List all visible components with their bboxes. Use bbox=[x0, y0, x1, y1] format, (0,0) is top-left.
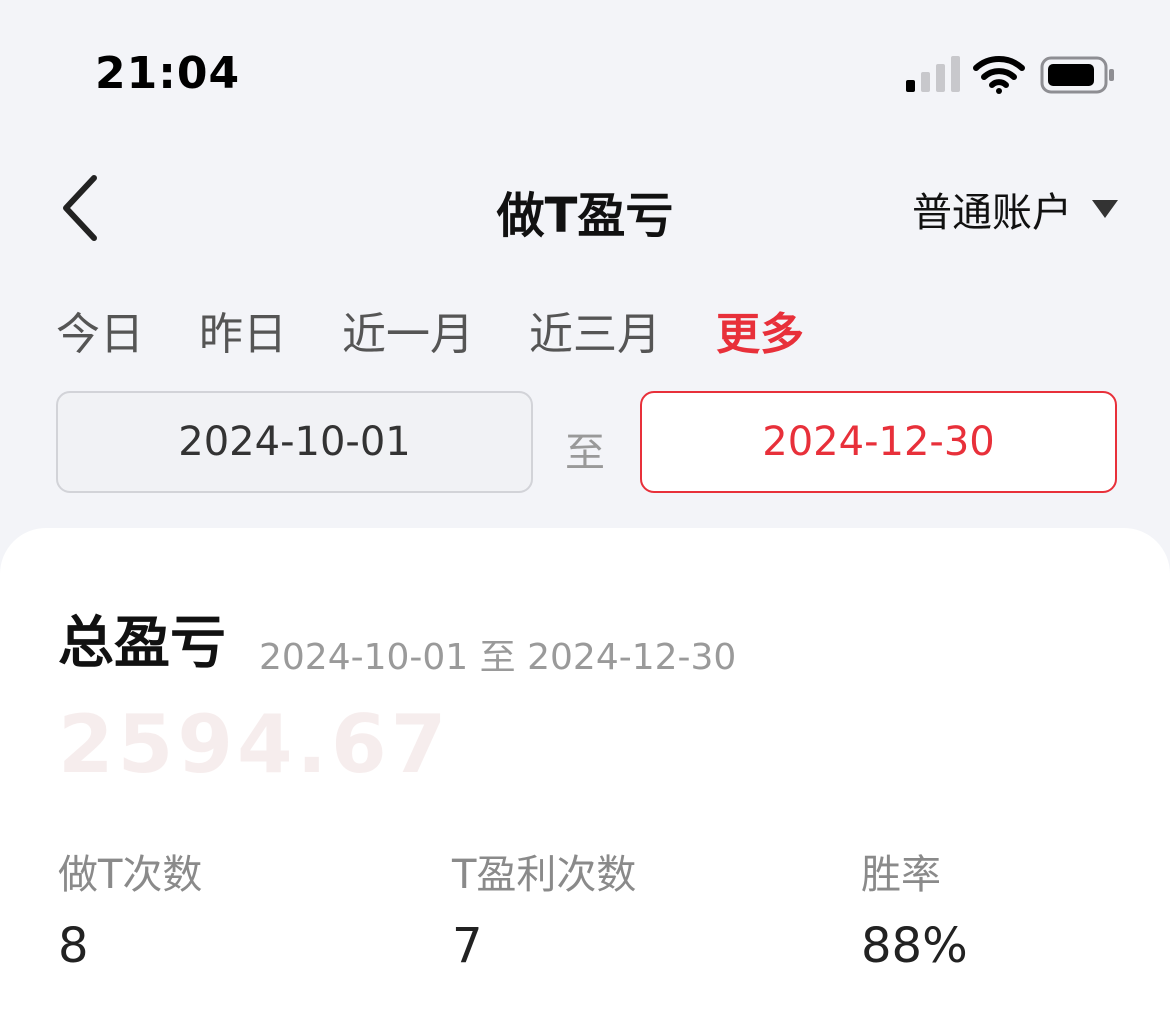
stat-trade-count: 做T次数 8 bbox=[58, 842, 202, 974]
stat-label: T盈利次数 bbox=[452, 852, 637, 898]
stat-label: 胜率 bbox=[861, 852, 941, 898]
stat-win-rate: 胜率 88% bbox=[861, 842, 968, 974]
tab-last-three-months[interactable]: 近三月 bbox=[529, 298, 661, 362]
stat-value: 7 bbox=[452, 918, 483, 974]
total-profit-value: 2594.67 bbox=[58, 698, 451, 791]
status-bar: 21:04 bbox=[0, 0, 1170, 150]
range-tabs: 今日 昨日 近一月 近三月 更多 bbox=[56, 298, 859, 362]
date-separator: 至 bbox=[565, 430, 605, 476]
tab-today[interactable]: 今日 bbox=[56, 298, 144, 362]
signal-icon bbox=[906, 56, 960, 92]
status-time: 21:04 bbox=[95, 48, 241, 99]
stat-value: 8 bbox=[58, 918, 89, 974]
account-selector[interactable]: 普通账户 bbox=[912, 180, 1118, 238]
caret-down-icon bbox=[1092, 200, 1118, 218]
summary-card: 总盈亏 2024-10-01 至 2024-12-30 2594.67 做T次数… bbox=[0, 528, 1170, 1026]
stat-label: 做T次数 bbox=[58, 852, 203, 898]
summary-date-range: 2024-10-01 至 2024-12-30 bbox=[259, 637, 737, 678]
tab-more[interactable]: 更多 bbox=[716, 298, 804, 362]
start-date-picker[interactable]: 2024-10-01 bbox=[56, 391, 533, 493]
battery-icon bbox=[1040, 56, 1114, 94]
account-label: 普通账户 bbox=[912, 190, 1072, 236]
end-date-picker[interactable]: 2024-12-30 bbox=[640, 391, 1117, 493]
stat-profit-count: T盈利次数 7 bbox=[452, 842, 636, 974]
tab-last-month[interactable]: 近一月 bbox=[342, 298, 474, 362]
tab-yesterday[interactable]: 昨日 bbox=[199, 298, 287, 362]
summary-title: 总盈亏 bbox=[58, 611, 226, 676]
stat-value: 88% bbox=[861, 918, 968, 974]
wifi-icon bbox=[973, 56, 1025, 94]
